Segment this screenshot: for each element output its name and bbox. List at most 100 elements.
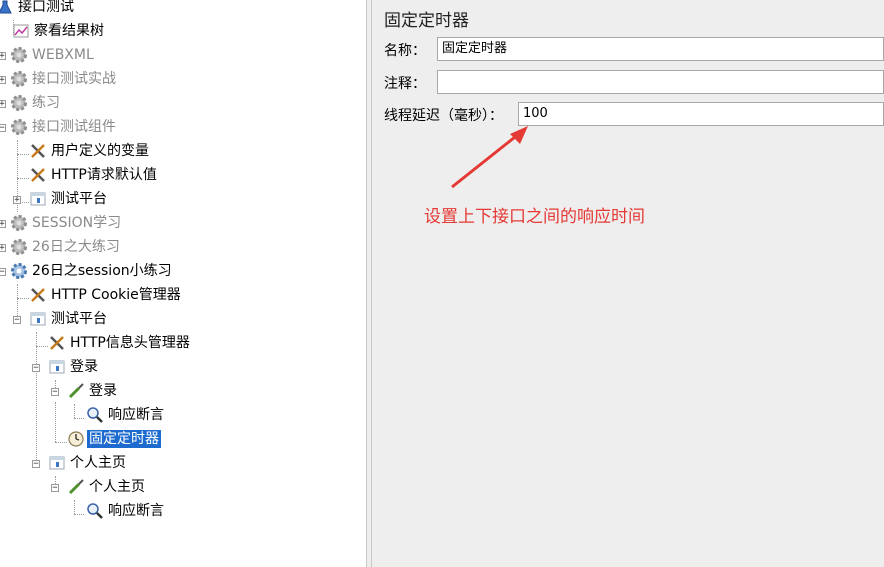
controller-icon (48, 454, 66, 472)
tree-item-session-exercise[interactable]: 26日之session小练习 (10, 260, 174, 282)
pipette-icon (67, 478, 85, 496)
test-plan-tree[interactable]: + + + − + + + − − − − − − 接口测试 察看结果树 WEB… (0, 0, 366, 567)
wrench-icon (29, 142, 47, 160)
tree-line (74, 404, 75, 418)
tree-item-label: 响应断言 (108, 503, 164, 519)
collapse-toggle[interactable]: − (51, 484, 59, 493)
tree-item-label: HTTP请求默认值 (51, 167, 157, 183)
tree-line (74, 418, 84, 419)
chart-icon (12, 22, 30, 40)
tree-line (17, 154, 29, 155)
collapse-toggle[interactable]: − (0, 268, 6, 277)
controller-icon (29, 190, 47, 208)
tree-item-practical[interactable]: 接口测试实战 (10, 68, 118, 90)
expand-toggle[interactable]: + (0, 244, 6, 253)
tree-item-assertion-2[interactable]: 响应断言 (86, 500, 166, 522)
tree-item-label: 接口测试 (18, 0, 74, 15)
tree-item-session-study[interactable]: SESSION学习 (10, 212, 123, 234)
expand-toggle[interactable]: + (0, 220, 6, 229)
delay-field[interactable]: 100 (518, 102, 884, 126)
tree-line (74, 514, 84, 515)
gear-icon (10, 46, 28, 64)
tree-item-profile-sampler[interactable]: 个人主页 (67, 476, 147, 498)
tree-line (22, 202, 29, 203)
tree-item-label: 26日之大练习 (32, 239, 120, 255)
tree-item-components[interactable]: 接口测试组件 (10, 116, 118, 138)
tree-item-label: WEBXML (32, 47, 94, 63)
collapse-toggle[interactable]: − (32, 364, 40, 373)
tree-item-results-tree[interactable]: 察看结果树 (12, 20, 106, 42)
tree-item-label: HTTP信息头管理器 (70, 335, 190, 351)
tree-item-user-vars[interactable]: 用户定义的变量 (29, 140, 151, 162)
tree-item-assertion[interactable]: 响应断言 (86, 404, 166, 426)
tree-item-cookie-manager[interactable]: HTTP Cookie管理器 (29, 284, 183, 306)
collapse-toggle[interactable]: − (13, 316, 21, 325)
tree-item-label: 个人主页 (70, 455, 126, 471)
tree-item-label: 响应断言 (108, 407, 164, 423)
tree-item-constant-timer[interactable]: 固定定时器 (67, 428, 161, 450)
tree-item-exercise[interactable]: 练习 (10, 92, 62, 114)
annotation-text: 设置上下接口之间的响应时间 (424, 207, 645, 227)
tree-item-test-platform-2[interactable]: 测试平台 (29, 308, 109, 330)
tree-item-login-sampler[interactable]: 登录 (67, 380, 119, 402)
tree-item-label: SESSION学习 (32, 215, 122, 231)
tree-item-label: 察看结果树 (34, 23, 104, 39)
expand-toggle[interactable]: + (0, 52, 6, 61)
tree-line (17, 298, 29, 299)
name-label: 名称： (384, 43, 426, 59)
tree-line (17, 178, 29, 179)
collapse-toggle[interactable]: − (32, 460, 40, 469)
tree-item-big-exercise[interactable]: 26日之大练习 (10, 236, 122, 258)
tree-item-label: HTTP Cookie管理器 (51, 287, 181, 303)
wrench-icon (29, 166, 47, 184)
collapse-toggle[interactable]: − (0, 124, 6, 133)
expand-toggle[interactable]: + (13, 196, 21, 205)
tree-item-label: 登录 (89, 383, 117, 399)
tree-item-label: 26日之session小练习 (32, 263, 172, 279)
collapse-toggle[interactable]: − (51, 388, 59, 397)
tree-item-label: 练习 (32, 95, 60, 111)
name-field[interactable]: 固定定时器 (437, 37, 884, 61)
tree-item-label: 个人主页 (89, 479, 145, 495)
tree-item-label: 登录 (70, 359, 98, 375)
panel-title: 固定定时器 (384, 11, 469, 31)
tree-item-login-controller[interactable]: 登录 (48, 356, 100, 378)
flask-icon (0, 0, 14, 16)
gear-icon (10, 214, 28, 232)
comment-label: 注释： (384, 76, 426, 92)
tree-item-http-defaults[interactable]: HTTP请求默认值 (29, 164, 159, 186)
magnifier-icon (86, 406, 104, 424)
magnifier-icon (86, 502, 104, 520)
expand-toggle[interactable]: + (0, 100, 6, 109)
tree-item-profile-controller[interactable]: 个人主页 (48, 452, 128, 474)
annotation-arrow-icon (451, 126, 528, 189)
wrench-icon (48, 334, 66, 352)
wrench-icon (29, 286, 47, 304)
tree-line (36, 332, 37, 464)
tree-item-test-plan[interactable]: 接口测试 (0, 0, 76, 18)
tree-item-label: 测试平台 (51, 311, 107, 327)
tree-item-label: 固定定时器 (87, 430, 161, 448)
tree-line (55, 402, 56, 442)
controller-icon (29, 310, 47, 328)
expand-toggle[interactable]: + (0, 76, 6, 85)
controller-icon (48, 358, 66, 376)
timer-config-panel: 固定定时器 名称： 固定定时器 注释： 线程延迟（毫秒）： 100 (372, 0, 884, 567)
tree-item-label: 接口测试实战 (32, 71, 116, 87)
gear-icon (10, 118, 28, 136)
tree-item-header-manager[interactable]: HTTP信息头管理器 (48, 332, 192, 354)
pipette-icon (67, 382, 85, 400)
tree-item-label: 用户定义的变量 (51, 143, 149, 159)
tree-line (55, 442, 67, 443)
tree-item-webxml[interactable]: WEBXML (10, 44, 96, 66)
tree-line (74, 500, 75, 514)
gear-icon (10, 262, 28, 280)
tree-line (36, 346, 48, 347)
tree-item-test-platform[interactable]: 测试平台 (29, 188, 109, 210)
gear-icon (10, 94, 28, 112)
tree-item-label: 测试平台 (51, 191, 107, 207)
comment-field[interactable] (437, 70, 884, 94)
gear-icon (10, 238, 28, 256)
tree-item-label: 接口测试组件 (32, 119, 116, 135)
gear-icon (10, 70, 28, 88)
